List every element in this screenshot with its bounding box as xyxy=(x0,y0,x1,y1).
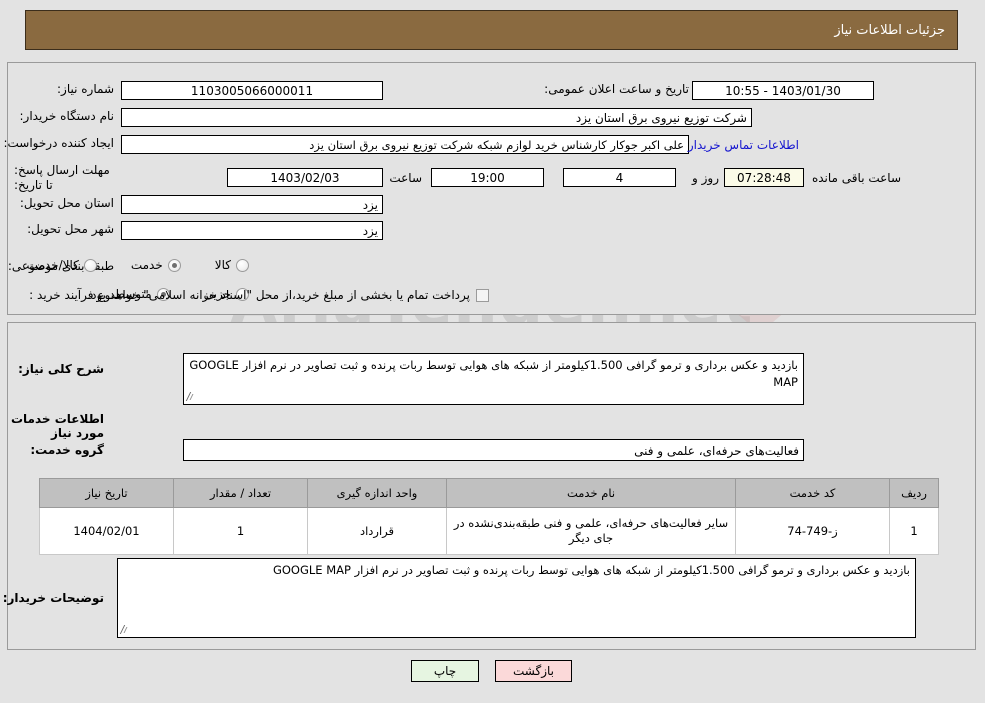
cell-row-no: 1 xyxy=(890,507,940,555)
summary-value: بازدید و عکس برداری و ترمو گرافی 1.500کی… xyxy=(190,358,799,389)
category-radio-group[interactable]: کالا خدمت کالا/خدمت xyxy=(16,258,250,272)
treasury-checkbox[interactable] xyxy=(477,288,490,302)
summary-label: شرح کلی نیاز: xyxy=(19,362,105,376)
page-title: جزئیات اطلاعات نیاز xyxy=(835,22,946,38)
resize-handle-icon[interactable] xyxy=(187,391,199,403)
col-unit: واحد اندازه گیری xyxy=(308,478,448,508)
announce-datetime-row: تاریخ و ساعت اعلان عمومی: xyxy=(539,82,690,96)
table-row: 1 ز-749-74 سایر فعالیت‌های حرفه‌ای، علمی… xyxy=(40,507,940,555)
services-section-heading: اطلاعات خدمات مورد نیاز xyxy=(11,412,105,440)
province-value: یزد xyxy=(122,195,384,214)
buyer-org-label: نام دستگاه خریدار: xyxy=(20,109,116,123)
summary-textarea[interactable]: بازدید و عکس برداری و ترمو گرافی 1.500کی… xyxy=(184,353,805,405)
announce-datetime-label: تاریخ و ساعت اعلان عمومی: xyxy=(545,82,690,96)
col-quantity: تعداد / مقدار xyxy=(174,478,309,508)
category-option-label: خدمت xyxy=(131,258,164,272)
col-need-date: تاریخ نیاز xyxy=(40,478,175,508)
city-label: شهر محل تحویل: xyxy=(28,222,115,236)
buyer-org-row: نام دستگاه خریدار: xyxy=(15,109,116,123)
category-option-kala[interactable]: کالا xyxy=(216,258,250,272)
need-number-row: شماره نیاز: xyxy=(52,82,115,96)
need-number-label: شماره نیاز: xyxy=(58,82,115,96)
countdown-suffix: ساعت باقی مانده xyxy=(812,171,902,185)
province-label: استان محل تحویل: xyxy=(20,196,115,210)
page-title-bar: جزئیات اطلاعات نیاز xyxy=(26,10,959,50)
deadline-days-value: 4 xyxy=(564,168,677,187)
requester-row: ایجاد کننده درخواست: xyxy=(0,136,115,150)
countdown-value: 07:28:48 xyxy=(725,168,805,187)
buyer-notes-label: توضیحات خریدار: xyxy=(3,591,105,605)
service-group-label: گروه خدمت: xyxy=(31,443,105,457)
table-header-row: ردیف کد خدمت نام خدمت واحد اندازه گیری ت… xyxy=(40,478,940,508)
category-option-label: کالا/خدمت xyxy=(27,258,80,272)
treasury-note-text: پرداخت تمام یا بخشی از مبلغ خرید،از محل … xyxy=(88,288,471,302)
col-service-code: کد خدمت xyxy=(736,478,891,508)
cell-service-code: ز-749-74 xyxy=(736,507,891,555)
print-button[interactable]: چاپ xyxy=(412,660,480,682)
radio-icon[interactable] xyxy=(84,258,98,272)
deadline-hour-label: ساعت xyxy=(390,171,423,185)
requester-label: ایجاد کننده درخواست: xyxy=(4,136,115,150)
buyer-org-value: شرکت توزیع نیروی برق استان یزد xyxy=(122,108,753,127)
service-group-value: فعالیت‌های حرفه‌ای، علمی و فنی xyxy=(184,439,805,461)
cell-unit: قرارداد xyxy=(308,507,448,555)
col-service-name: نام خدمت xyxy=(447,478,737,508)
category-option-label: کالا xyxy=(215,258,232,272)
deadline-label: مهلت ارسال پاسخ: تا تاریخ: xyxy=(15,163,111,192)
deadline-days-suffix: روز و xyxy=(693,171,720,185)
deadline-date-value: 1403/02/03 xyxy=(228,168,384,187)
buyer-notes-value: بازدید و عکس برداری و ترمو گرافی 1.500کی… xyxy=(273,563,911,577)
deadline-label-wrap: مهلت ارسال پاسخ: تا تاریخ: xyxy=(15,163,115,193)
treasury-note-row: پرداخت تمام یا بخشی از مبلغ خرید،از محل … xyxy=(88,288,490,302)
radio-icon[interactable] xyxy=(237,258,250,272)
cell-quantity: 1 xyxy=(174,507,309,555)
cell-need-date: 1404/02/01 xyxy=(40,507,175,555)
cell-service-name: سایر فعالیت‌های حرفه‌ای، علمی و فنی طبقه… xyxy=(447,507,737,555)
city-value: یزد xyxy=(122,221,384,240)
requester-value: علی اکبر جوکار کارشناس خرید لوازم شبکه ش… xyxy=(122,135,690,154)
category-option-kala-khedmat[interactable]: کالا/خدمت xyxy=(28,258,98,272)
buyer-contact-link[interactable]: اطلاعات تماس خریدار xyxy=(689,138,800,152)
category-option-khedmat[interactable]: خدمت xyxy=(132,258,182,272)
services-table: ردیف کد خدمت نام خدمت واحد اندازه گیری ت… xyxy=(40,478,940,555)
resize-handle-icon[interactable] xyxy=(121,624,133,636)
province-row: استان محل تحویل: xyxy=(15,196,115,210)
deadline-hour-value: 19:00 xyxy=(432,168,545,187)
need-number-value: 1103005066000011 xyxy=(122,81,384,100)
back-button[interactable]: بازگشت xyxy=(496,660,573,682)
city-row: شهر محل تحویل: xyxy=(22,222,115,236)
announce-datetime-value: 1403/01/30 - 10:55 xyxy=(693,81,875,100)
buyer-notes-textarea[interactable]: بازدید و عکس برداری و ترمو گرافی 1.500کی… xyxy=(118,558,917,638)
radio-icon[interactable] xyxy=(168,258,182,272)
col-row-no: ردیف xyxy=(890,478,940,508)
